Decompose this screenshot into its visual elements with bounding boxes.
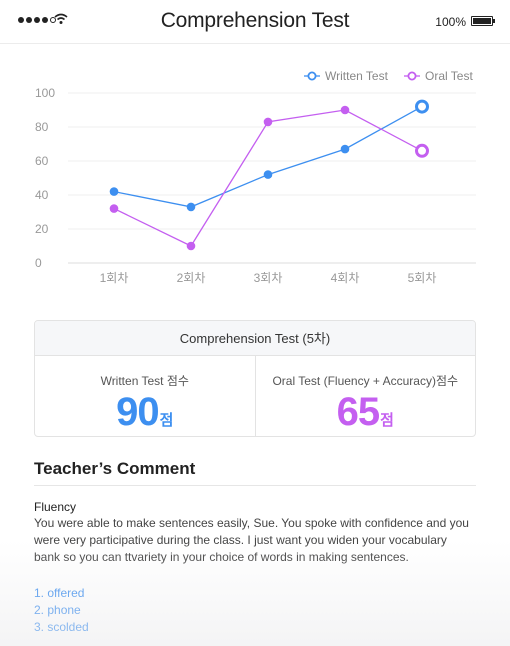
data-point [186, 202, 196, 212]
summary-title: Comprehension Test (5차) [35, 321, 475, 356]
summary-card: Comprehension Test (5차) Written Test 점수 … [34, 320, 476, 437]
written-score-value: 90 [116, 390, 159, 434]
comment-divider [34, 485, 476, 486]
list-item: 1. offered [34, 586, 85, 600]
legend-label: Written Test [325, 69, 389, 83]
app-title: Comprehension Test [160, 9, 350, 32]
data-point [263, 170, 273, 179]
y-tick-label: 80 [35, 120, 49, 134]
score-line-chart: 100 80 60 40 20 0 1회차 2회차 3회차 4회차 5회차 Written Test O… [35, 69, 476, 285]
list-item: 2. phone [34, 603, 81, 617]
oral-score-label: Oral Test (Fluency + Accuracy)점수 [272, 374, 459, 388]
y-tick-label: 20 [35, 222, 49, 236]
data-point-highlight [415, 143, 429, 158]
y-tick-label: 0 [35, 256, 42, 270]
x-tick-label: 4회차 [331, 271, 360, 285]
comment-heading: Fluency [34, 500, 77, 514]
comment-points-list: 1. offered 2. phone 3. scolded [34, 585, 89, 636]
written-score-panel: Written Test 점수 90점 [35, 356, 255, 436]
legend-swatch-marker [407, 71, 417, 81]
data-point [186, 241, 196, 251]
data-point [340, 105, 350, 115]
status-bar: Comprehension Test 100% [0, 0, 510, 44]
comment-body: You were able to make sentences easily, … [34, 516, 469, 564]
data-point [109, 187, 119, 196]
data-point [109, 204, 119, 213]
oral-score-value: 65 [336, 390, 380, 434]
y-tick-label: 60 [35, 154, 49, 168]
teacher-comment-title: Teacher’s Comment [34, 459, 196, 478]
battery-percentage: 100% [435, 15, 466, 29]
written-score-label: Written Test 점수 [100, 374, 189, 388]
y-tick-label: 40 [35, 188, 49, 202]
y-tick-label: 100 [35, 86, 55, 100]
legend-swatch-marker [307, 71, 317, 81]
data-point [263, 117, 273, 127]
x-tick-label: 1회차 [100, 271, 129, 285]
x-tick-label: 3회차 [254, 271, 283, 285]
x-tick-label: 5회차 [408, 271, 437, 285]
x-tick-label: 2회차 [177, 271, 206, 285]
data-point-highlight [415, 99, 429, 114]
data-point [340, 144, 350, 154]
written-score-unit: 점 [159, 412, 174, 429]
legend-label: Oral Test [425, 69, 473, 83]
list-item: 3. scolded [34, 620, 89, 634]
battery-icon [471, 16, 495, 26]
oral-score-panel: Oral Test (Fluency + Accuracy)점수 65점 [254, 356, 476, 436]
oral-score-unit: 점 [380, 412, 394, 429]
